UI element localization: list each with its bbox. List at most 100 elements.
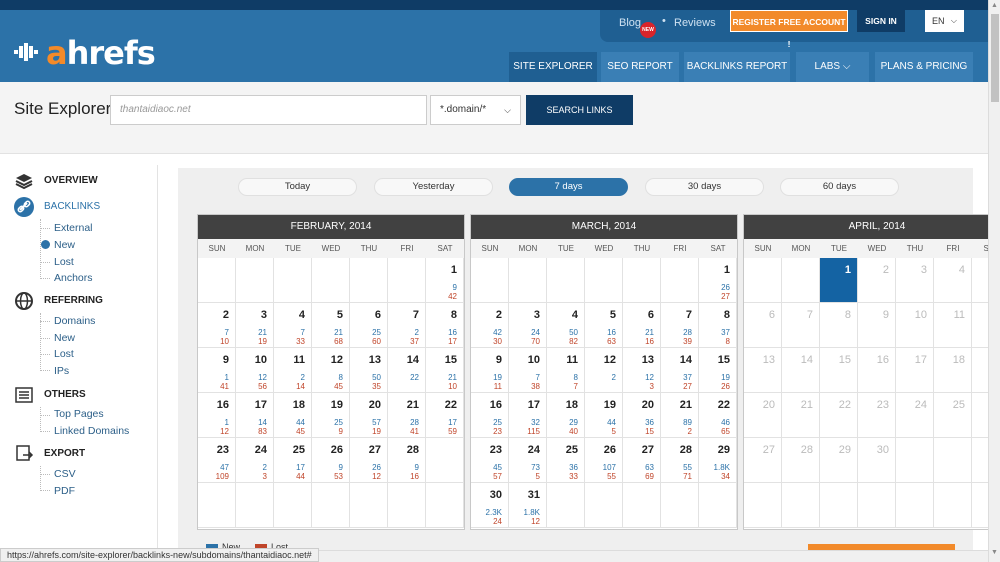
tab-7-days[interactable]: 7 days	[509, 178, 628, 196]
sidebar-item-csv[interactable]: CSV	[54, 468, 76, 480]
lost-links-count[interactable]: 17	[448, 337, 457, 346]
lost-links-count[interactable]: 16	[410, 472, 419, 481]
calendar-day[interactable]: 8	[820, 303, 858, 348]
new-links-count[interactable]: 28	[410, 418, 419, 427]
lost-links-count[interactable]: 2	[688, 427, 692, 436]
new-links-count[interactable]: 19	[493, 373, 502, 382]
calendar-day[interactable]: 6	[744, 303, 782, 348]
sidebar-item-referring-new[interactable]: New	[54, 332, 75, 344]
new-links-count[interactable]: 1.8K	[714, 463, 730, 472]
calendar-day[interactable]: 22	[820, 393, 858, 438]
new-links-count[interactable]: 7	[301, 328, 305, 337]
calendar-day[interactable]: 20 36 15	[623, 393, 661, 438]
lost-links-count[interactable]: 10	[448, 382, 457, 391]
new-links-count[interactable]: 9	[453, 283, 457, 292]
calendar-day[interactable]: 13 12 3	[623, 348, 661, 393]
calendar-day[interactable]: 3 24 70	[509, 303, 547, 348]
lost-links-count[interactable]: 35	[372, 382, 381, 391]
new-links-count[interactable]: 50	[372, 373, 381, 382]
calendar-day[interactable]: 21	[782, 393, 820, 438]
calendar-day[interactable]: 6 25 60	[350, 303, 388, 348]
lost-links-count[interactable]: 68	[334, 337, 343, 346]
new-links-count[interactable]: 26	[372, 463, 381, 472]
calendar-day[interactable]: 22 17 59	[426, 393, 464, 438]
nav-labs[interactable]: LABS ⌵	[796, 52, 869, 82]
new-links-count[interactable]: 21	[334, 328, 343, 337]
calendar-day[interactable]: 29	[820, 438, 858, 483]
tab-60-days[interactable]: 60 days	[780, 178, 899, 196]
calendar-day[interactable]: 30 2.3K 24	[471, 483, 509, 528]
lost-links-count[interactable]: 45	[296, 427, 305, 436]
mode-select[interactable]: *.domain/* ⌵	[430, 95, 521, 125]
new-links-count[interactable]: 1	[225, 373, 229, 382]
nav-seo-report[interactable]: SEO REPORT	[601, 52, 679, 82]
lost-links-count[interactable]: 60	[372, 337, 381, 346]
lost-links-count[interactable]: 45	[334, 382, 343, 391]
calendar-day[interactable]: 20 57 19	[350, 393, 388, 438]
new-links-count[interactable]: 36	[569, 463, 578, 472]
calendar-day[interactable]: 27 26 12	[350, 438, 388, 483]
calendar-day[interactable]: 15 21 10	[426, 348, 464, 393]
calendar-day[interactable]: 15	[820, 348, 858, 393]
calendar-day[interactable]: 7	[782, 303, 820, 348]
calendar-day[interactable]: 4	[934, 258, 972, 303]
tab-today[interactable]: Today	[238, 178, 357, 196]
calendar-day[interactable]: 30	[858, 438, 896, 483]
lost-links-count[interactable]: 56	[258, 382, 267, 391]
calendar-day[interactable]: 9 1 41	[198, 348, 236, 393]
reviews-link[interactable]: Reviews	[674, 17, 716, 29]
new-links-count[interactable]: 55	[683, 463, 692, 472]
calendar-day[interactable]: 18 44 45	[274, 393, 312, 438]
new-links-count[interactable]: 9	[415, 463, 419, 472]
calendar-day[interactable]: 2 7 10	[198, 303, 236, 348]
calendar-day[interactable]: 12 2	[585, 348, 623, 393]
new-links-count[interactable]: 42	[493, 328, 502, 337]
calendar-day[interactable]: 1 26 27	[699, 258, 737, 303]
new-links-count[interactable]: 2	[263, 463, 267, 472]
new-links-count[interactable]: 7	[536, 373, 540, 382]
calendar-day[interactable]: 24 2 3	[236, 438, 274, 483]
new-links-count[interactable]: 25	[372, 328, 381, 337]
lost-links-count[interactable]: 37	[410, 337, 419, 346]
new-links-count[interactable]: 32	[531, 418, 540, 427]
calendar-day[interactable]: 9 19 11	[471, 348, 509, 393]
lost-links-count[interactable]: 41	[410, 427, 419, 436]
calendar-day[interactable]: 19 25 9	[312, 393, 350, 438]
new-links-count[interactable]: 21	[258, 328, 267, 337]
new-links-count[interactable]: 8	[574, 373, 578, 382]
calendar-day[interactable]: 29 1.8K 34	[699, 438, 737, 483]
calendar-day[interactable]: 22 46 65	[699, 393, 737, 438]
nav-backlinks-report[interactable]: BACKLINKS REPORT	[684, 52, 790, 82]
sidebar-item-domains[interactable]: Domains	[54, 315, 95, 327]
calendar-day[interactable]: 17 32 115	[509, 393, 547, 438]
scroll-thumb[interactable]	[991, 14, 999, 102]
new-links-count[interactable]: 50	[569, 328, 578, 337]
calendar-day[interactable]: 2 42 30	[471, 303, 509, 348]
calendar-day[interactable]: 14	[782, 348, 820, 393]
new-links-count[interactable]: 25	[493, 418, 502, 427]
lost-links-count[interactable]: 109	[216, 472, 229, 481]
lost-links-count[interactable]: 26	[721, 382, 730, 391]
lost-links-count[interactable]: 24	[493, 517, 502, 526]
calendar-day[interactable]: 16 1 12	[198, 393, 236, 438]
calendar-day[interactable]: 17	[896, 348, 934, 393]
calendar-day[interactable]: 10 7 38	[509, 348, 547, 393]
sidebar-item-anchors[interactable]: Anchors	[54, 272, 93, 284]
calendar-day[interactable]: 18	[934, 348, 972, 393]
lost-links-count[interactable]: 69	[645, 472, 654, 481]
lost-links-count[interactable]: 15	[645, 427, 654, 436]
calendar-day[interactable]: 8 16 17	[426, 303, 464, 348]
calendar-day[interactable]: 17 14 83	[236, 393, 274, 438]
ahrefs-logo[interactable]: ahrefs	[14, 37, 156, 69]
lost-links-count[interactable]: 65	[721, 427, 730, 436]
new-links-count[interactable]: 26	[721, 283, 730, 292]
calendar-day[interactable]: 6 21 16	[623, 303, 661, 348]
new-links-count[interactable]: 107	[603, 463, 616, 472]
lost-links-count[interactable]: 12	[372, 472, 381, 481]
lost-links-count[interactable]: 10	[220, 337, 229, 346]
lost-links-count[interactable]: 33	[569, 472, 578, 481]
lost-links-count[interactable]: 19	[258, 337, 267, 346]
new-links-count[interactable]: 46	[721, 418, 730, 427]
calendar-day[interactable]: 15 19 26	[699, 348, 737, 393]
lost-links-count[interactable]: 14	[296, 382, 305, 391]
